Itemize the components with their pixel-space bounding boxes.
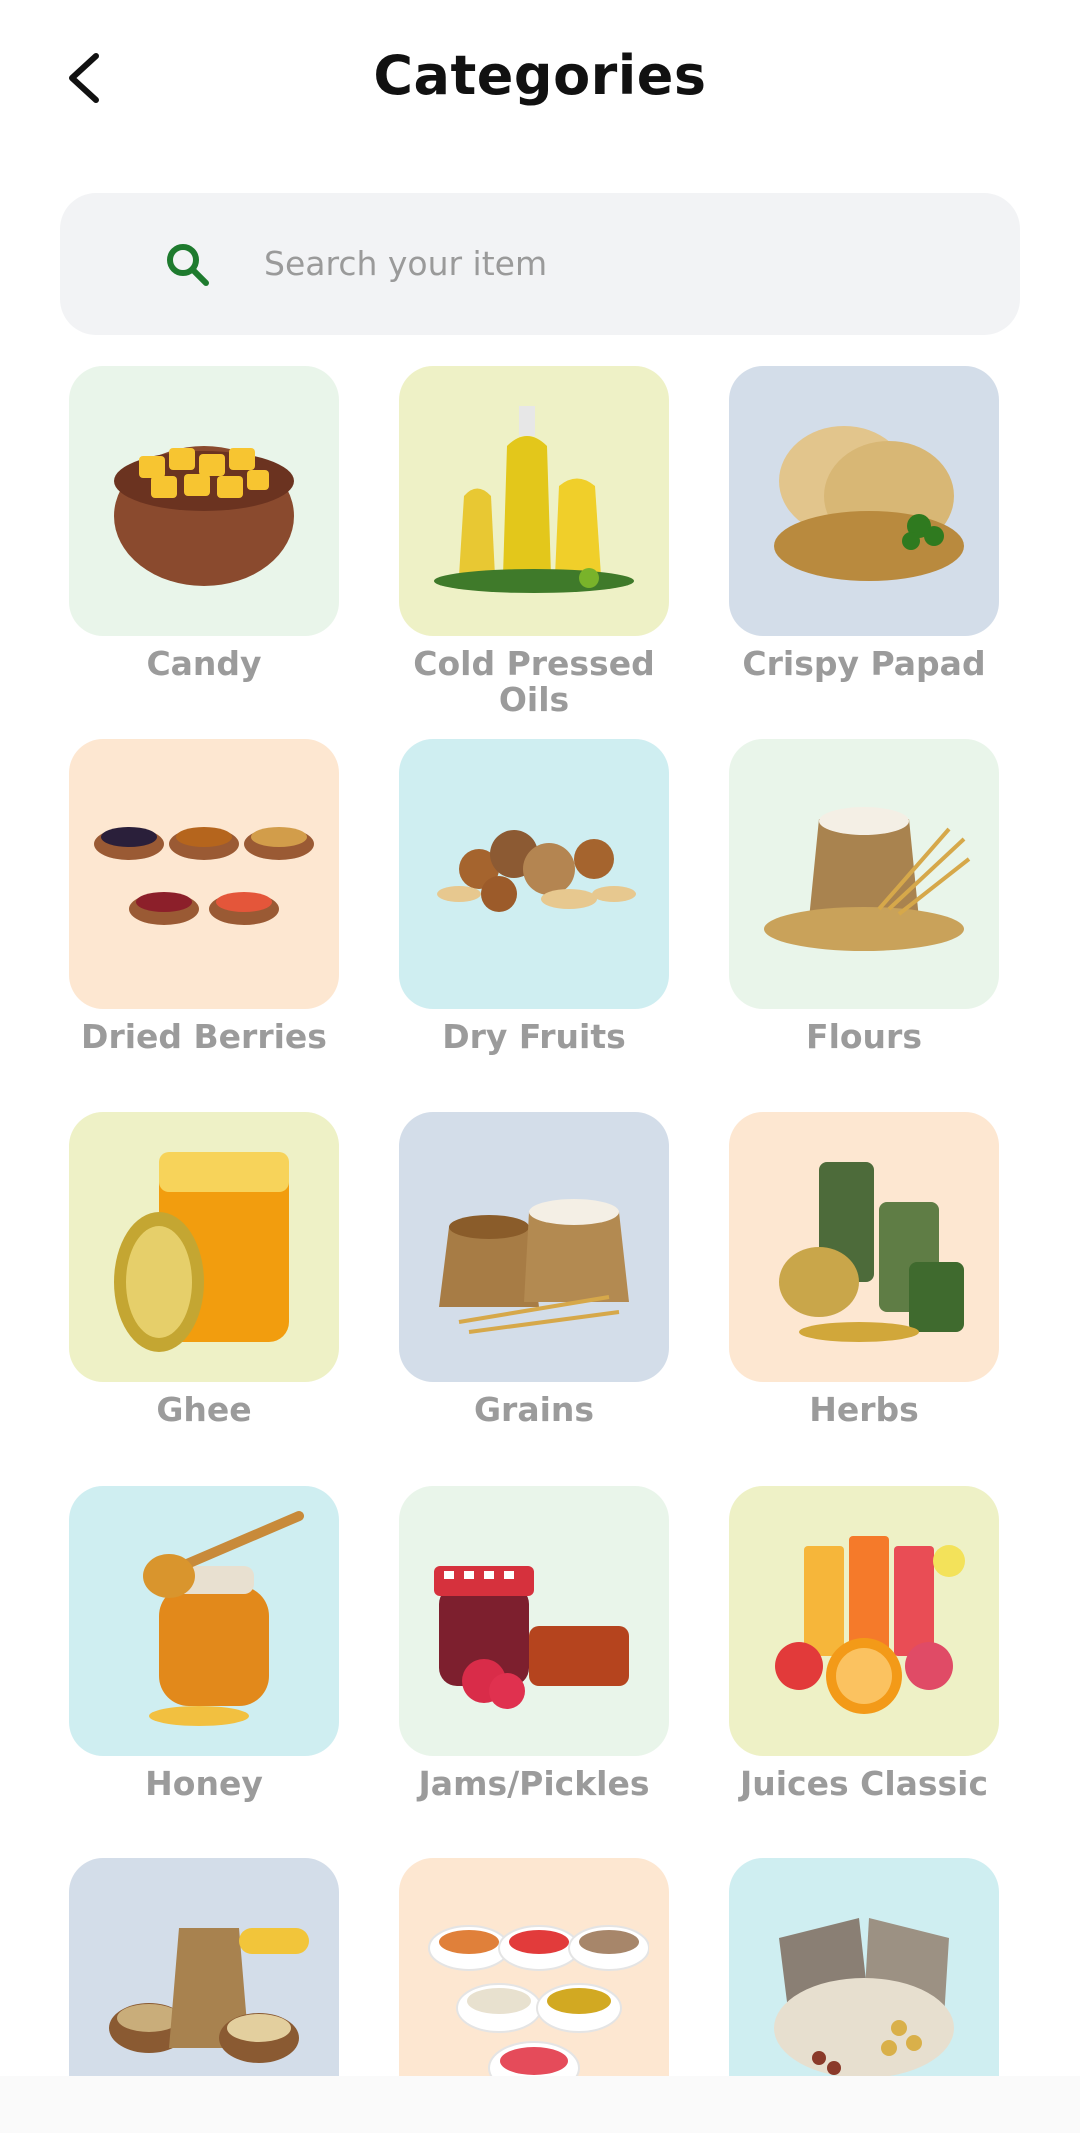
category-label: Herbs (809, 1390, 919, 1429)
category-tile[interactable]: Flours (729, 739, 999, 1055)
search-input[interactable] (264, 233, 984, 293)
category-label: Ghee (156, 1390, 252, 1429)
honey-jar-icon (69, 1486, 339, 1756)
millets-icon (69, 1858, 339, 2076)
ghee-jar-icon (69, 1112, 339, 1382)
bottom-bar (0, 2076, 1080, 2133)
category-tile[interactable]: Herbs (729, 1112, 999, 1428)
category-label: Cold Pressed Oils (413, 644, 655, 719)
category-tile[interactable]: Cold Pressed Oils (399, 366, 669, 718)
category-grid: Candy Cold Pressed Oils Crispy Papad Dried … (0, 366, 1080, 2076)
grain-sacks-icon (399, 1112, 669, 1382)
jam-jar-icon (399, 1486, 669, 1756)
papad-basket-icon (729, 366, 999, 636)
search-bar[interactable] (60, 193, 1020, 335)
category-label: Dried Berries (81, 1017, 327, 1056)
category-tile[interactable]: Grains (399, 1112, 669, 1428)
pulses-sacks-icon (729, 1858, 999, 2076)
category-label: Crispy Papad (742, 644, 986, 683)
category-label: Dry Fruits (442, 1017, 626, 1056)
category-tile[interactable]: Jams/Pickles (399, 1486, 669, 1802)
category-label: Grains (473, 1390, 595, 1429)
header: Categories (0, 0, 1080, 160)
category-tile[interactable] (69, 1858, 339, 2076)
page-title: Categories (373, 44, 707, 107)
category-label: Jams/Pickles (418, 1764, 650, 1803)
search-icon (167, 244, 209, 286)
flour-sack-icon (729, 739, 999, 1009)
category-tile[interactable] (729, 1858, 999, 2076)
juice-glasses-icon (729, 1486, 999, 1756)
category-tile[interactable]: Dried Berries (69, 739, 339, 1055)
category-tile[interactable]: Ghee (69, 1112, 339, 1428)
category-label: Candy (146, 644, 262, 683)
category-tile[interactable]: Juices Classic (729, 1486, 999, 1802)
categories-screen: Categories Candy Cold Pressed Oils Crispy … (0, 0, 1080, 2133)
herb-jars-icon (729, 1112, 999, 1382)
category-tile[interactable]: Crispy Papad (729, 366, 999, 682)
dry-fruits-icon (399, 739, 669, 1009)
category-tile[interactable]: Honey (69, 1486, 339, 1802)
candy-bowl-icon (69, 366, 339, 636)
dried-berries-icon (69, 739, 339, 1009)
category-label: Flours (806, 1017, 922, 1056)
category-label: Juices Classic (739, 1764, 989, 1803)
mukhwas-bowls-icon (399, 1858, 669, 2076)
oil-bottles-icon (399, 366, 669, 636)
category-tile[interactable]: Candy (69, 366, 339, 682)
category-tile[interactable]: Dry Fruits (399, 739, 669, 1055)
category-label: Honey (145, 1764, 263, 1803)
category-tile[interactable] (399, 1858, 669, 2076)
